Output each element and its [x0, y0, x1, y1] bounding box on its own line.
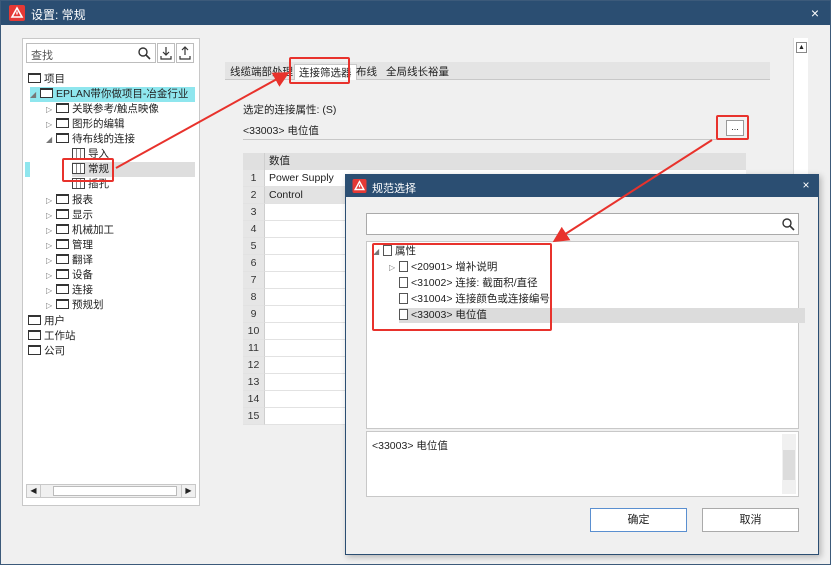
arrow-to-tab [115, 72, 290, 169]
arrow-to-dialog [552, 139, 713, 243]
annotation-arrows [115, 72, 713, 243]
